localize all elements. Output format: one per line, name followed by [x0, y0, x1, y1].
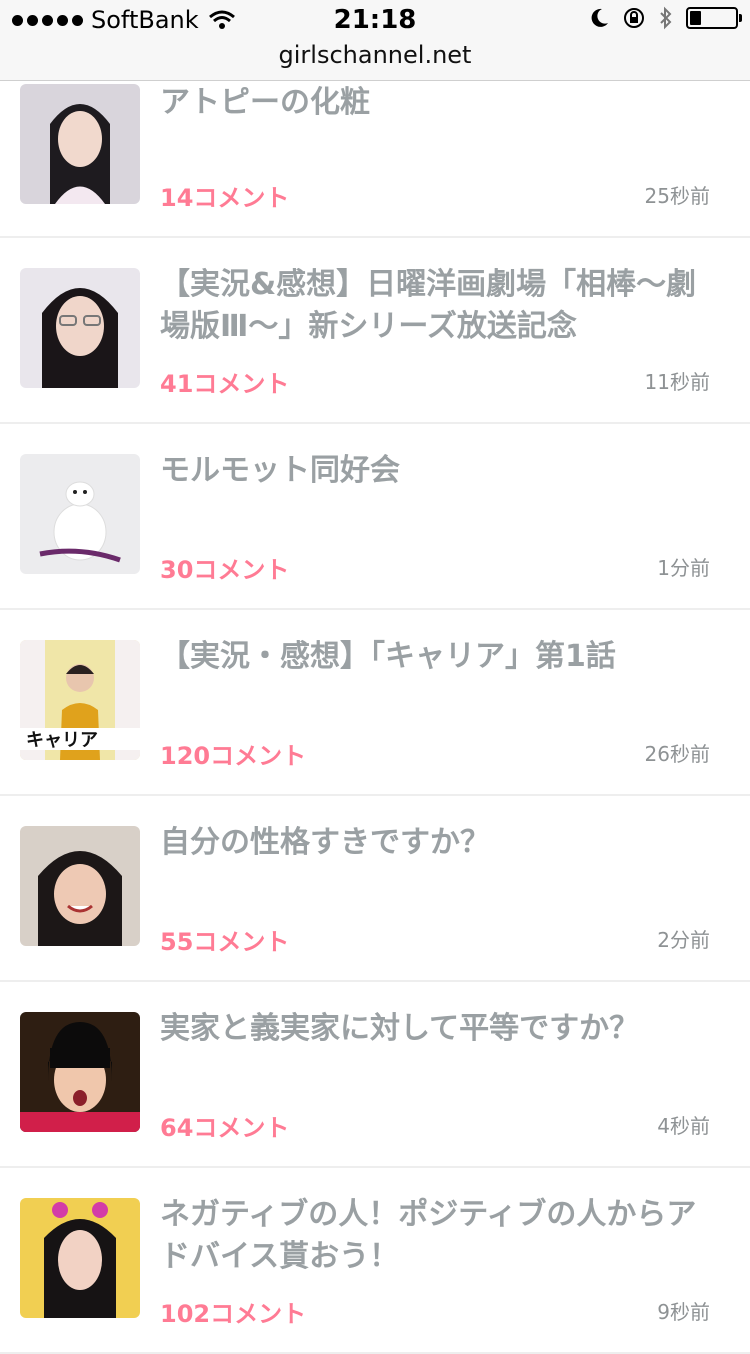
url-text: girlschannel.net: [278, 41, 472, 69]
thumbnail-image: [20, 1012, 140, 1132]
post-time: 25秒前: [644, 184, 710, 208]
thumbnail-image: [20, 454, 140, 574]
comment-count: 102コメント: [160, 1300, 307, 1328]
topic-title[interactable]: 【実況・感想】「キャリア」第1話: [160, 636, 700, 678]
topic-title[interactable]: 【実況&感想】日曜洋画劇場「相棒〜劇場版Ⅲ〜」新シリーズ放送記念: [160, 264, 700, 348]
moon-icon: [591, 8, 608, 27]
thumbnail-image: [20, 268, 140, 388]
url-bar[interactable]: girlschannel.net: [0, 40, 750, 81]
list-item[interactable]: ネガティブの人！ポジティブの人からアドバイス貰おう！ 102コメント 9秒前: [0, 1168, 750, 1354]
post-time: 2分前: [657, 928, 710, 952]
comment-count: 55コメント: [160, 928, 290, 956]
post-time: 4秒前: [657, 1114, 710, 1138]
list-item[interactable]: 実家と義実家に対して平等ですか？ 64コメント 4秒前: [0, 982, 750, 1168]
comment-count: 14コメント: [160, 184, 290, 212]
topic-title[interactable]: アトピーの化粧: [160, 82, 700, 124]
status-icons: [590, 6, 742, 30]
topic-title[interactable]: ネガティブの人！ポジティブの人からアドバイス貰おう！: [160, 1194, 700, 1278]
list-item[interactable]: 自分の性格すきですか？ 55コメント 2分前: [0, 796, 750, 982]
thumbnail-image: [20, 1198, 140, 1318]
topic-title[interactable]: 自分の性格すきですか？: [160, 822, 700, 864]
comment-count: 30コメント: [160, 556, 290, 584]
battery-icon: [686, 7, 742, 29]
post-time: 11秒前: [644, 370, 710, 394]
thumbnail-image: キャリア: [20, 640, 140, 760]
thumbnail-image: [20, 826, 140, 946]
thumbnail-image: [20, 84, 140, 204]
status-bar: SoftBank 21:18: [0, 0, 750, 40]
list-item[interactable]: キャリア 【実況・感想】「キャリア」第1話 120コメント 26秒前: [0, 610, 750, 796]
list-item[interactable]: 【実況&感想】日曜洋画劇場「相棒〜劇場版Ⅲ〜」新シリーズ放送記念 41コメント …: [0, 238, 750, 424]
post-time: 9秒前: [657, 1300, 710, 1324]
post-time: 26秒前: [644, 742, 710, 766]
comment-count: 41コメント: [160, 370, 290, 398]
topic-title[interactable]: 実家と義実家に対して平等ですか？: [160, 1008, 700, 1050]
topic-title[interactable]: モルモット同好会: [160, 450, 700, 492]
comment-count: 64コメント: [160, 1114, 290, 1142]
comment-count: 120コメント: [160, 742, 307, 770]
list-item[interactable]: モルモット同好会 30コメント 1分前: [0, 424, 750, 610]
bluetooth-icon: [660, 6, 672, 30]
list-item[interactable]: アトピーの化粧 14コメント 25秒前: [0, 80, 750, 238]
rotation-lock-icon: [624, 8, 644, 28]
post-time: 1分前: [657, 556, 710, 580]
svg-text:キャリア: キャリア: [26, 730, 98, 751]
